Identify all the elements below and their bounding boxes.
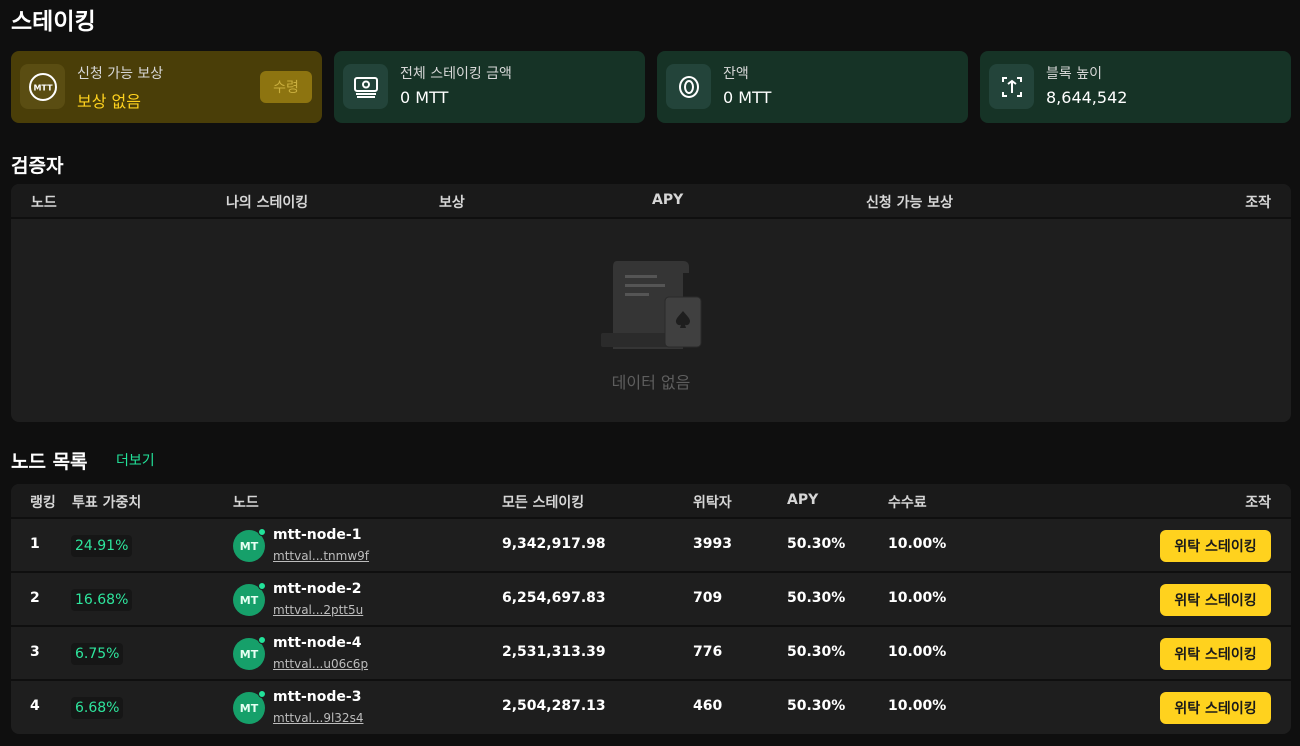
table-row: 2 16.68% MT mtt-node-2 mttval...2ptt5u 6… <box>11 573 1291 627</box>
col-rank: 랭킹 <box>30 495 56 511</box>
online-status-dot <box>258 690 266 698</box>
block-height-value: 8,644,542 <box>1046 88 1128 107</box>
node-avatar: MT <box>233 690 266 724</box>
vote-weight-badge: 6.68% <box>71 697 124 719</box>
col-node: 노드 <box>31 195 57 211</box>
delegate-button[interactable]: 위탁 스테이킹 <box>1160 638 1271 670</box>
rank: 4 <box>30 698 40 714</box>
svg-text:MTT: MTT <box>33 83 53 92</box>
validators-table-header: 노드 나의 스테이킹 보상 APY 신청 가능 보상 조작 <box>11 184 1291 219</box>
node-avatar: MT <box>233 582 266 616</box>
node-address-link[interactable]: mttval...9l32s4 <box>273 711 363 725</box>
online-status-dot <box>258 582 266 590</box>
money-stack-icon <box>343 64 388 109</box>
empty-document-icon <box>601 261 702 349</box>
rank: 3 <box>30 644 40 660</box>
table-row: 1 24.91% MT mtt-node-1 mttval...tnmw9f 9… <box>11 519 1291 573</box>
vote-weight-badge: 6.75% <box>71 643 124 665</box>
validators-title: 검증자 <box>11 155 64 177</box>
total-staking-value: 2,531,313.39 <box>502 644 606 660</box>
total-staking-value: 2,504,287.13 <box>502 698 606 714</box>
node-address-link[interactable]: mttval...u06c6p <box>273 657 368 671</box>
delegate-button[interactable]: 위탁 스테이킹 <box>1160 584 1271 616</box>
node-address-link[interactable]: mttval...2ptt5u <box>273 603 363 617</box>
node-list-table: 랭킹 투표 가중치 노드 모든 스테이킹 위탁자 APY 수수료 조작 1 24… <box>11 484 1291 734</box>
delegate-button[interactable]: 위탁 스테이킹 <box>1160 692 1271 724</box>
node-avatar: MT <box>233 636 266 670</box>
claimable-rewards-value: 보상 없음 <box>77 92 141 111</box>
col-vote-weight: 투표 가중치 <box>72 495 142 511</box>
online-status-dot <box>258 636 266 644</box>
table-row: 4 6.68% MT mtt-node-3 mttval...9l32s4 2,… <box>11 681 1291 734</box>
delegate-button[interactable]: 위탁 스테이킹 <box>1160 530 1271 562</box>
vote-weight-badge: 24.91% <box>71 535 133 557</box>
total-staking-label: 전체 스테이킹 금액 <box>400 66 512 82</box>
total-staking-value: 0 MTT <box>400 88 449 107</box>
table-row: 3 6.75% MT mtt-node-4 mttval...u06c6p 2,… <box>11 627 1291 681</box>
mtt-coin-icon: MTT <box>20 64 65 109</box>
delegators-count: 460 <box>693 698 723 714</box>
balance-value: 0 MTT <box>723 88 772 107</box>
node-name[interactable]: mtt-node-3 <box>273 689 361 705</box>
block-height-label: 블록 높이 <box>1046 66 1102 82</box>
empty-state-text: 데이터 없음 <box>611 373 691 392</box>
commission-value: 10.00% <box>888 644 947 660</box>
total-staking-value: 6,254,697.83 <box>502 590 606 606</box>
delegators-count: 709 <box>693 590 723 606</box>
node-avatar: MT <box>233 528 266 562</box>
commission-value: 10.00% <box>888 536 947 552</box>
validators-table: 노드 나의 스테이킹 보상 APY 신청 가능 보상 조작 데이터 없음 <box>11 184 1291 422</box>
col-node: 노드 <box>233 495 259 511</box>
col-action: 조작 <box>1245 195 1271 211</box>
balance-card: 잔액 0 MTT <box>657 51 968 123</box>
rank: 1 <box>30 536 40 552</box>
online-status-dot <box>258 528 266 536</box>
claimable-rewards-card: MTT 신청 가능 보상 보상 없음 수령 <box>11 51 322 123</box>
node-name[interactable]: mtt-node-1 <box>273 527 361 543</box>
delegators-count: 776 <box>693 644 723 660</box>
coin-icon <box>666 64 711 109</box>
claimable-rewards-label: 신청 가능 보상 <box>77 66 164 82</box>
col-rewards: 보상 <box>439 195 465 211</box>
block-icon <box>989 64 1034 109</box>
empty-state: 데이터 없음 <box>11 221 1291 422</box>
node-name[interactable]: mtt-node-2 <box>273 581 361 597</box>
col-action: 조작 <box>1245 495 1271 511</box>
commission-value: 10.00% <box>888 698 947 714</box>
commission-value: 10.00% <box>888 590 947 606</box>
col-commission: 수수료 <box>888 495 927 511</box>
node-list-title: 노드 목록 <box>11 451 88 473</box>
col-claimable-rewards: 신청 가능 보상 <box>866 195 954 211</box>
more-link[interactable]: 더보기 <box>116 450 155 470</box>
vote-weight-badge: 16.68% <box>71 589 133 611</box>
total-staking-card: 전체 스테이킹 금액 0 MTT <box>334 51 645 123</box>
delegators-count: 3993 <box>693 536 732 552</box>
col-my-staking: 나의 스테이킹 <box>226 195 309 211</box>
apy-value: 50.30% <box>787 644 846 660</box>
page-title: 스테이킹 <box>11 9 96 35</box>
apy-value: 50.30% <box>787 698 846 714</box>
rank: 2 <box>30 590 40 606</box>
apy-value: 50.30% <box>787 536 846 552</box>
total-staking-value: 9,342,917.98 <box>502 536 606 552</box>
apy-value: 50.30% <box>787 590 846 606</box>
col-delegators: 위탁자 <box>693 495 732 511</box>
block-height-card: 블록 높이 8,644,542 <box>980 51 1291 123</box>
col-total-staking: 모든 스테이킹 <box>502 495 585 511</box>
col-apy: APY <box>652 192 684 208</box>
node-name[interactable]: mtt-node-4 <box>273 635 361 651</box>
node-table-header: 랭킹 투표 가중치 노드 모든 스테이킹 위탁자 APY 수수료 조작 <box>11 484 1291 519</box>
claim-button[interactable]: 수령 <box>260 71 312 103</box>
balance-label: 잔액 <box>723 66 749 82</box>
node-address-link[interactable]: mttval...tnmw9f <box>273 549 369 563</box>
col-apy: APY <box>787 492 819 508</box>
